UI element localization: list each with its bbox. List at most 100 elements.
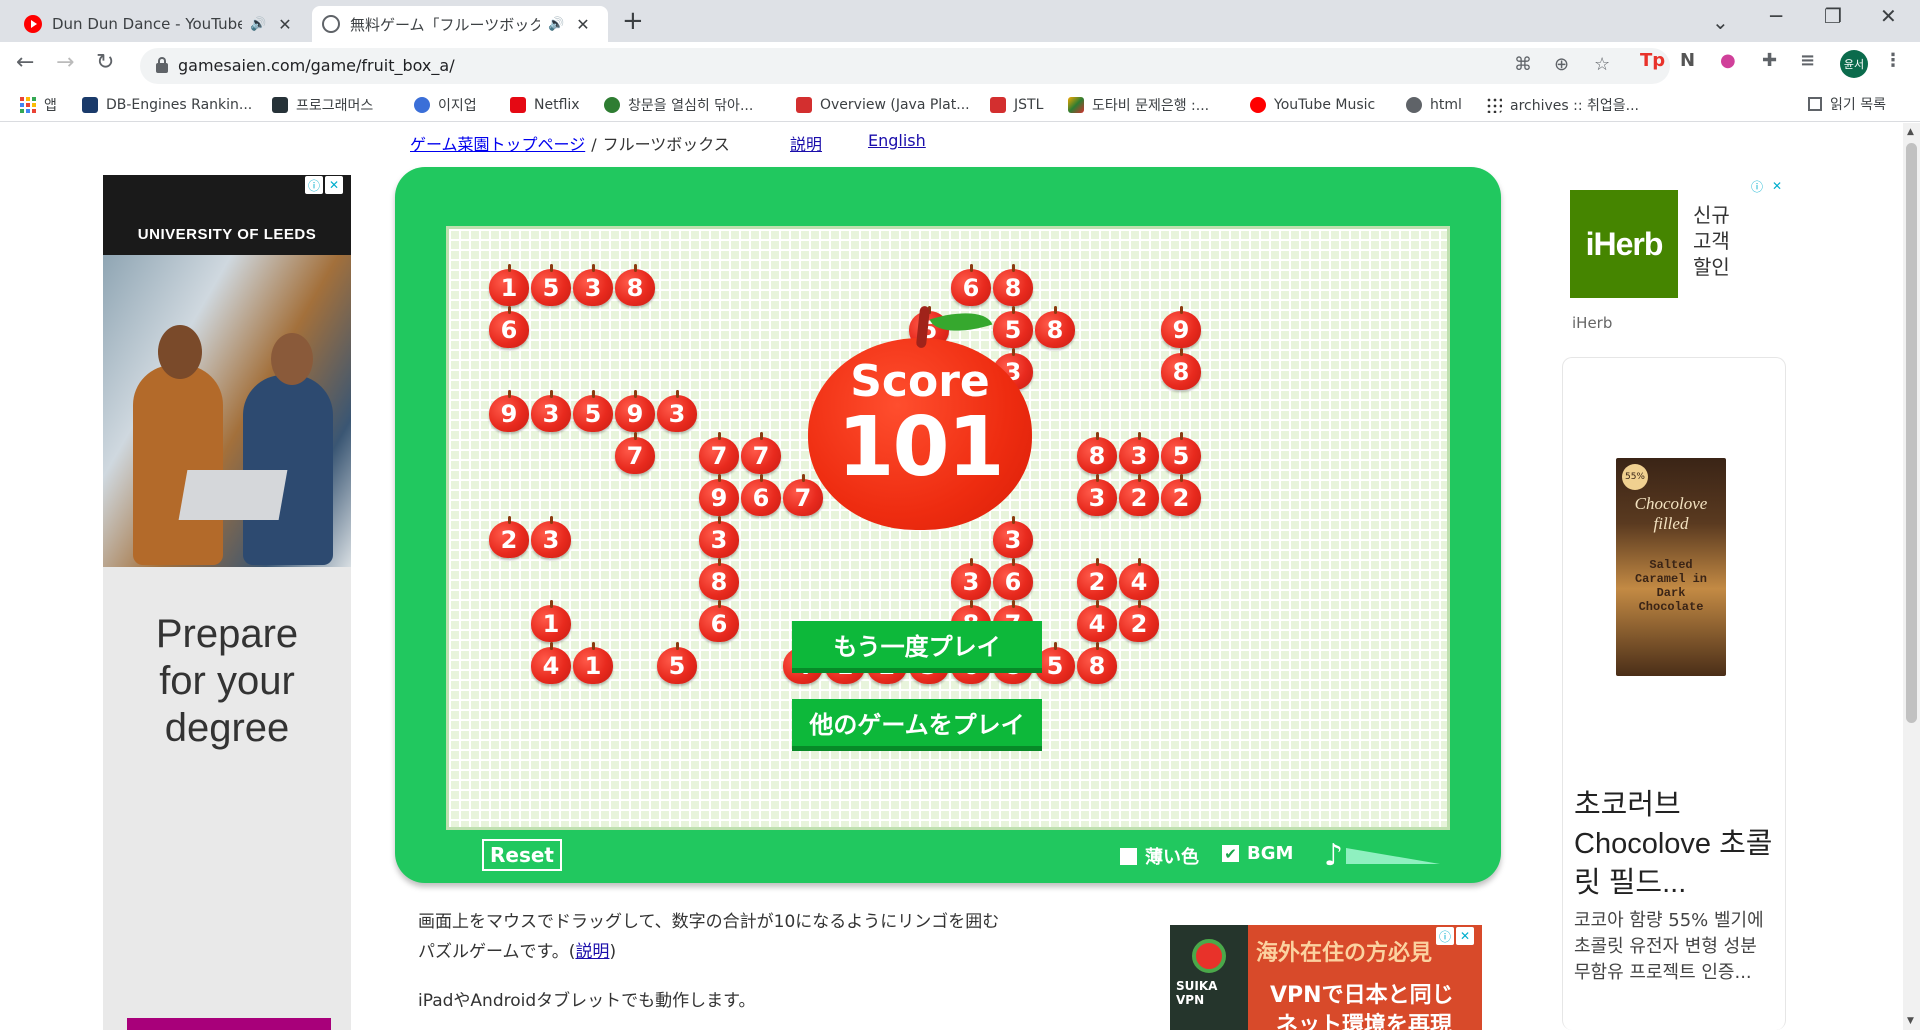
breadcrumb-home-link[interactable]: ゲーム菜園トップページ	[410, 135, 585, 154]
bgm-checkbox[interactable]: ✔	[1222, 845, 1239, 863]
extensions-puzzle-icon[interactable]: ✚	[1762, 50, 1777, 71]
close-window-button[interactable]: ✕	[1880, 4, 1897, 28]
bookmark-dotabi[interactable]: 도타비 문제은행 :...	[1068, 94, 1209, 116]
apple[interactable]: 2	[1161, 474, 1201, 516]
apple[interactable]: 3	[531, 390, 571, 432]
apple[interactable]: 5	[657, 642, 697, 684]
forward-icon[interactable]: →	[56, 50, 74, 75]
ad-close-icon[interactable]: ✕	[1768, 177, 1786, 195]
iherb-name[interactable]: iHerb	[1572, 314, 1612, 332]
apple[interactable]: 6	[993, 558, 1033, 600]
description-help-link[interactable]: 説明	[575, 942, 609, 962]
bookmark-programmers[interactable]: 프로그래머스	[272, 94, 373, 116]
volume-slider[interactable]	[1346, 848, 1440, 864]
apple[interactable]: 6	[699, 600, 739, 642]
help-link[interactable]: 説明	[790, 131, 822, 155]
other-games-button[interactable]: 他のゲームをプレイ	[792, 699, 1042, 751]
ad-close-icon[interactable]: ✕	[325, 176, 343, 194]
zoom-icon[interactable]: ⊕	[1554, 54, 1569, 75]
apple[interactable]: 7	[699, 432, 739, 474]
bookmark-easyup[interactable]: 이지업	[414, 94, 477, 116]
bookmark-archives[interactable]: archives :: 취업을...	[1486, 94, 1639, 116]
play-again-button[interactable]: もう一度プレイ	[792, 621, 1042, 673]
apple[interactable]: 9	[1161, 306, 1201, 348]
apple[interactable]: 2	[489, 516, 529, 558]
bookmark-netflix[interactable]: Netflix	[510, 94, 580, 116]
apple[interactable]: 2	[1119, 600, 1159, 642]
extension-tp-icon[interactable]: Tp	[1640, 50, 1665, 71]
apple[interactable]: 7	[615, 432, 655, 474]
bookmark-db-engines[interactable]: DB-Engines Rankin...	[82, 94, 252, 116]
apple[interactable]: 5	[531, 264, 571, 306]
light-color-checkbox[interactable]	[1120, 847, 1137, 865]
english-link[interactable]: English	[868, 131, 926, 150]
page-scrollbar[interactable]: ▲ ▼	[1903, 123, 1920, 1030]
translate-icon[interactable]: ⌘	[1514, 54, 1532, 75]
apple[interactable]: 9	[615, 390, 655, 432]
address-bar[interactable]: gamesaien.com/game/fruit_box_a/ ⌘ ⊕ ☆	[140, 48, 1670, 84]
apple[interactable]: 3	[699, 516, 739, 558]
apple[interactable]: 5	[573, 390, 613, 432]
ad-close-icon[interactable]: ✕	[1456, 927, 1474, 945]
ad-info-icon[interactable]: ⓘ	[1748, 177, 1766, 195]
apple[interactable]: 6	[741, 474, 781, 516]
lock-icon[interactable]	[156, 57, 168, 73]
bookmark-apps[interactable]: 앱	[20, 94, 57, 116]
product-title[interactable]: 초코러브 Chocolove 초콜릿 필드...	[1574, 786, 1774, 903]
media-control-icon[interactable]: ≡	[1800, 50, 1815, 71]
apple[interactable]: 8	[1077, 432, 1117, 474]
apple[interactable]: 8	[1161, 348, 1201, 390]
apple[interactable]: 1	[489, 264, 529, 306]
extension-n-icon[interactable]: N	[1680, 50, 1695, 71]
apple[interactable]: 4	[531, 642, 571, 684]
apple[interactable]: 3	[657, 390, 697, 432]
reading-list-button[interactable]: 읽기 목록	[1808, 94, 1886, 114]
apple[interactable]: 6	[489, 306, 529, 348]
apple[interactable]: 8	[699, 558, 739, 600]
scroll-up-icon[interactable]: ▲	[1907, 127, 1914, 137]
apple[interactable]: 3	[573, 264, 613, 306]
product-image[interactable]: 55% Chocolove filled Salted Caramel in D…	[1616, 458, 1726, 676]
apple[interactable]: 2	[1077, 558, 1117, 600]
apple[interactable]: 3	[1119, 432, 1159, 474]
light-color-option[interactable]: 薄い色	[1120, 843, 1199, 869]
apple[interactable]: 1	[573, 642, 613, 684]
bookmark-window[interactable]: 창문을 열심히 닦아...	[604, 94, 753, 116]
apple[interactable]: 1	[531, 600, 571, 642]
apple[interactable]: 4	[1077, 600, 1117, 642]
apple[interactable]: 3	[531, 516, 571, 558]
new-tab-button[interactable]: +	[622, 6, 644, 36]
tab-youtube[interactable]: Dun Dun Dance - YouTube 🔊 ✕	[14, 6, 306, 42]
bgm-option[interactable]: ✔ BGM	[1222, 843, 1293, 864]
apple[interactable]: 8	[615, 264, 655, 306]
apple[interactable]: 9	[489, 390, 529, 432]
back-icon[interactable]: ←	[16, 50, 34, 75]
apple[interactable]: 3	[951, 558, 991, 600]
apple[interactable]: 2	[1119, 474, 1159, 516]
speaker-icon[interactable]: 🔊	[548, 17, 564, 32]
bookmark-jstl[interactable]: JSTL	[990, 94, 1043, 116]
tab-search-icon[interactable]: ⌄	[1712, 10, 1729, 34]
close-tab-icon[interactable]: ✕	[576, 15, 589, 34]
apple[interactable]: 8	[1077, 642, 1117, 684]
extension-color-icon[interactable]: ●	[1720, 50, 1736, 71]
scrollbar-thumb[interactable]	[1906, 143, 1917, 723]
tab-fruit-box[interactable]: 無料ゲーム「フルーツボックス」 🔊 ✕	[312, 6, 608, 42]
bookmark-youtube-music[interactable]: YouTube Music	[1250, 94, 1375, 116]
reload-icon[interactable]: ↻	[96, 50, 114, 75]
bookmark-java-overview[interactable]: Overview (Java Plat...	[796, 94, 970, 116]
iherb-tagline[interactable]: 신규 고객 할인	[1693, 202, 1743, 280]
maximize-button[interactable]: ❐	[1824, 4, 1842, 28]
apple[interactable]: 3	[1077, 474, 1117, 516]
profile-avatar[interactable]: 윤서	[1840, 50, 1868, 78]
apple[interactable]: 7	[741, 432, 781, 474]
close-tab-icon[interactable]: ✕	[278, 15, 291, 34]
ad-info-icon[interactable]: ⓘ	[1436, 927, 1454, 945]
iherb-logo[interactable]: iHerb	[1570, 190, 1678, 298]
menu-kebab-icon[interactable]: ⋮	[1884, 50, 1902, 71]
apple[interactable]: 9	[699, 474, 739, 516]
apple[interactable]: 8	[1035, 306, 1075, 348]
apple[interactable]: 4	[1119, 558, 1159, 600]
bookmark-star-icon[interactable]: ☆	[1594, 54, 1610, 75]
ad-leeds[interactable]: UNIVERSITY OF LEEDS Prepare for your deg…	[103, 175, 351, 1030]
